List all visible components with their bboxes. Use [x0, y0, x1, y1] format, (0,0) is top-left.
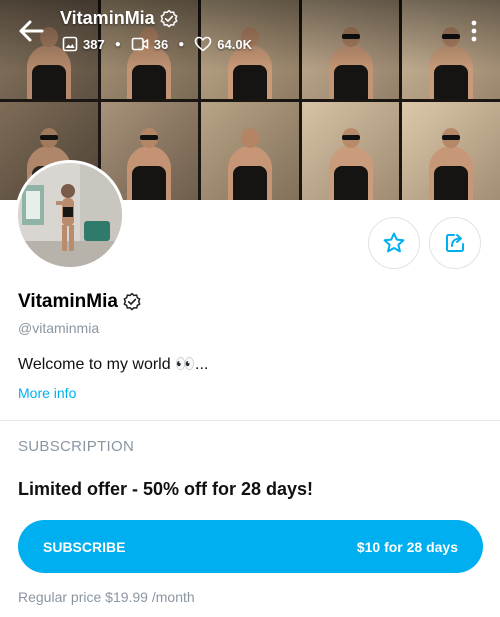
more-options-button[interactable] [464, 18, 484, 44]
cover-tile [402, 101, 500, 200]
video-icon [131, 37, 149, 51]
subscribe-button-label: SUBSCRIBE [43, 538, 126, 555]
avatar-photo [18, 163, 122, 267]
photos-count: 387 [83, 36, 105, 52]
cover-name-text: VitaminMia [60, 8, 155, 28]
subscription-heading: SUBSCRIPTION [18, 438, 135, 455]
subscribe-button[interactable]: SUBSCRIBE $10 for 28 days [18, 520, 483, 573]
profile-handle: @vitaminmia [18, 320, 100, 336]
likes-count: 64.0K [217, 36, 252, 52]
likes-stat: 64.0K [194, 36, 252, 52]
verified-icon [160, 9, 178, 27]
more-info-link[interactable]: More info [18, 385, 76, 401]
subscribe-button-price: $10 for 28 days [356, 538, 458, 555]
verified-icon [123, 292, 141, 311]
photos-stat: 387 [62, 36, 105, 52]
star-icon [383, 232, 405, 253]
heart-icon [194, 36, 212, 52]
back-button[interactable] [14, 16, 48, 46]
section-divider [0, 420, 500, 421]
favorite-button[interactable] [368, 217, 420, 269]
back-arrow-icon [19, 20, 44, 42]
cover-tile [301, 101, 400, 200]
profile-bio: Welcome to my world 👀... [18, 356, 209, 373]
cover-tile [201, 101, 299, 200]
regular-price-text: Regular price $19.99 /month [18, 589, 195, 605]
stat-separator: ● [114, 38, 121, 50]
profile-stats: 387 ● 36 ● 64.0K [62, 36, 252, 52]
photo-icon [62, 36, 78, 52]
top-bar: VitaminMia 387 ● 36 ● 64.0K [0, 0, 500, 60]
share-button[interactable] [429, 217, 481, 269]
videos-count: 36 [153, 36, 169, 52]
videos-stat: 36 [131, 36, 168, 52]
avatar[interactable] [15, 160, 125, 270]
more-vertical-icon [471, 20, 477, 42]
limited-offer-text: Limited offer - 50% off for 28 days! [18, 479, 314, 499]
profile-name: VitaminMia [18, 291, 142, 313]
share-icon [446, 234, 464, 252]
stat-separator: ● [178, 38, 185, 50]
profile-name-text: VitaminMia [18, 291, 118, 312]
cover-profile-name: VitaminMia [60, 8, 179, 29]
